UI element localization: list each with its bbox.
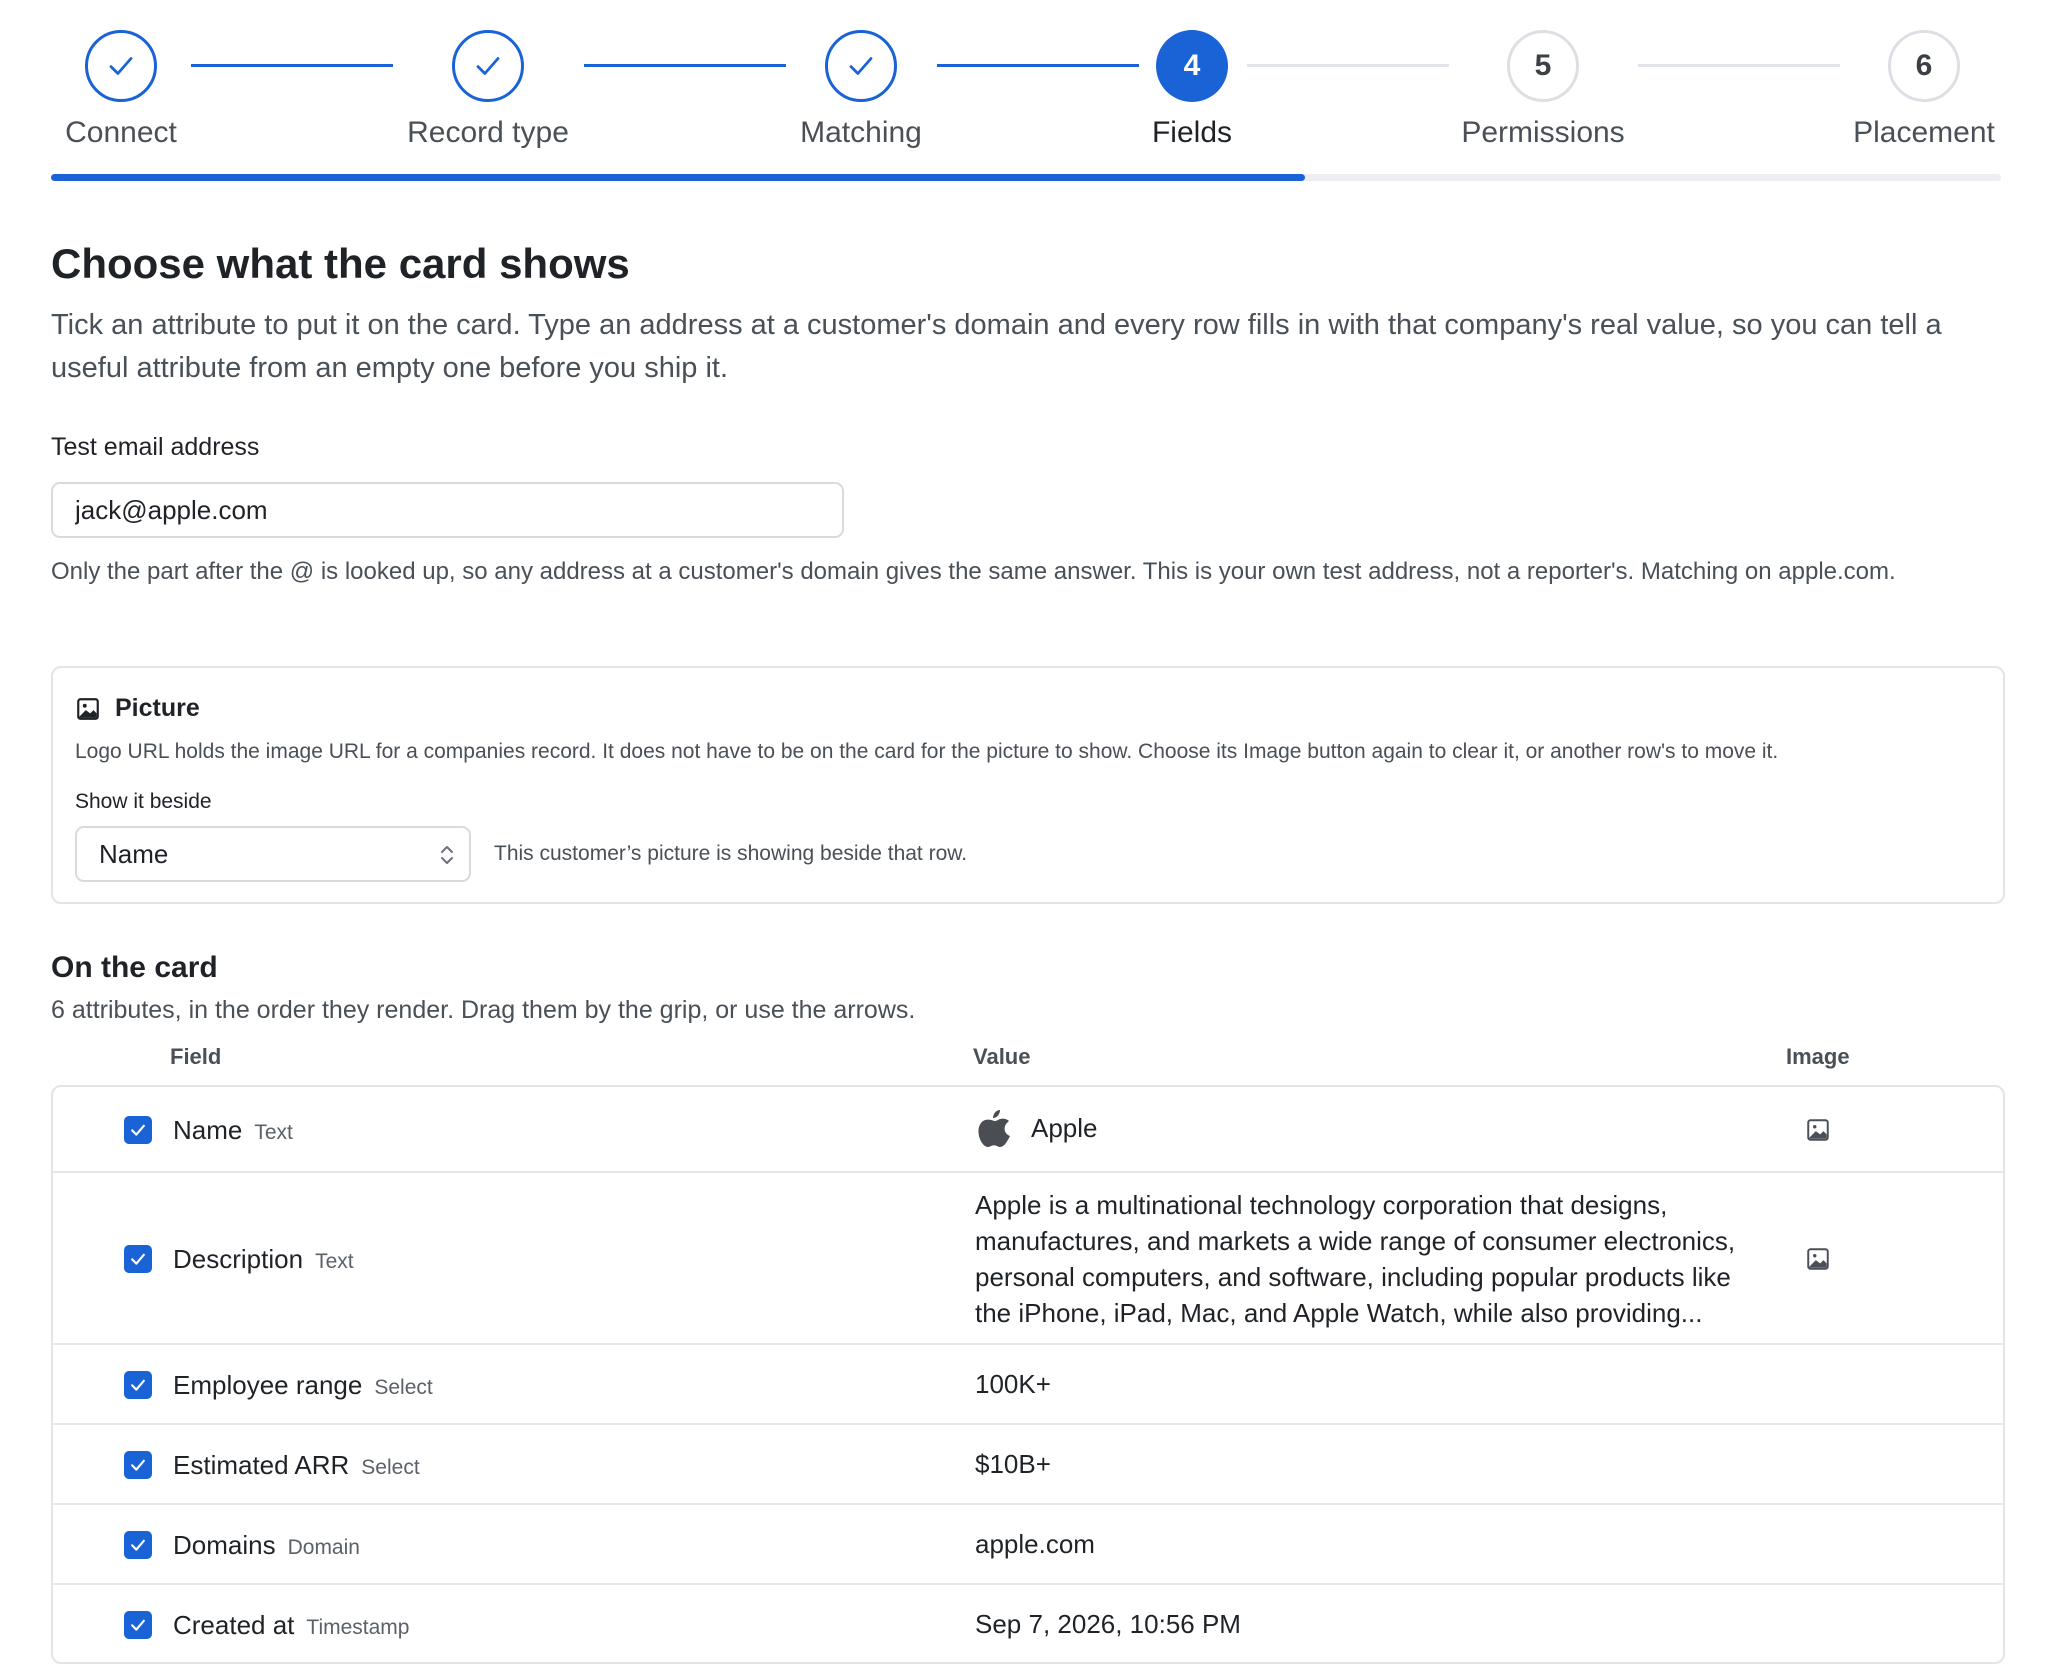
step-5-circle: 5 bbox=[1507, 30, 1579, 102]
image-icon bbox=[77, 697, 99, 720]
step-record-type[interactable]: Record type bbox=[368, 30, 608, 150]
check-icon bbox=[849, 57, 873, 75]
field-type: Text bbox=[254, 1121, 293, 1144]
row-checkbox[interactable] bbox=[124, 1531, 152, 1559]
field-type: Text bbox=[315, 1250, 354, 1273]
show-beside-select[interactable]: Name bbox=[75, 826, 471, 882]
table-row[interactable]: Name Text Apple bbox=[53, 1087, 2003, 1173]
check-icon bbox=[131, 1539, 145, 1551]
row-checkbox[interactable] bbox=[124, 1451, 152, 1479]
field-name: Name Text bbox=[173, 1115, 293, 1145]
picture-header: Picture bbox=[75, 694, 200, 723]
row-checkbox[interactable] bbox=[124, 1245, 152, 1273]
check-icon bbox=[131, 1379, 145, 1391]
field-type: Domain bbox=[287, 1536, 360, 1559]
field-type: Select bbox=[361, 1456, 420, 1479]
field-value: $10B+ bbox=[975, 1449, 1051, 1479]
row-checkbox[interactable] bbox=[124, 1611, 152, 1639]
table-row[interactable]: Domains Domain apple.com bbox=[53, 1505, 2003, 1585]
picture-description: Logo URL holds the image URL for a compa… bbox=[75, 740, 1779, 763]
step-permissions[interactable]: 5 Permissions bbox=[1423, 30, 1663, 150]
picture-status: This customer’s picture is showing besid… bbox=[494, 842, 968, 865]
field-type: Select bbox=[374, 1376, 433, 1399]
picture-panel: Picture Logo URL holds the image URL for… bbox=[51, 666, 2005, 904]
field-value: 100K+ bbox=[975, 1369, 1051, 1399]
field-value: apple.com bbox=[975, 1529, 1095, 1559]
step-6-circle: 6 bbox=[1888, 30, 1960, 102]
section-description: 6 attributes, in the order they render. … bbox=[51, 996, 916, 1024]
step-label: Fields bbox=[1151, 116, 1233, 149]
image-toggle-button[interactable] bbox=[1803, 1244, 1833, 1274]
attributes-table: Name Text Apple Description Text Apple is … bbox=[51, 1085, 2005, 1664]
column-header-field: Field bbox=[170, 1044, 222, 1069]
image-icon bbox=[1807, 1119, 1829, 1141]
field-value: Sep 7, 2026, 10:56 PM bbox=[975, 1609, 1241, 1639]
step-placement[interactable]: 6 Placement bbox=[1804, 30, 2044, 150]
page-title: Choose what the card shows bbox=[51, 240, 630, 287]
field-name: Employee range Select bbox=[173, 1370, 433, 1400]
step-matching[interactable]: Matching bbox=[741, 30, 981, 150]
email-label: Test email address bbox=[51, 433, 260, 461]
step-label: Connect bbox=[65, 116, 177, 149]
row-checkbox[interactable] bbox=[124, 1116, 152, 1144]
step-label: Matching bbox=[800, 116, 922, 149]
section-title: On the card bbox=[51, 951, 218, 984]
table-row[interactable]: Created at Timestamp Sep 7, 2026, 10:56 P… bbox=[53, 1585, 2003, 1662]
check-icon bbox=[131, 1459, 145, 1471]
progress-bar bbox=[51, 174, 2001, 181]
step-label: Permissions bbox=[1461, 116, 1625, 149]
step-connect[interactable]: Connect bbox=[1, 30, 241, 150]
step-fields[interactable]: 4 Fields bbox=[1072, 30, 1312, 150]
field-name: Created at Timestamp bbox=[173, 1610, 410, 1640]
column-header-value: Value bbox=[973, 1044, 1031, 1069]
field-type: Timestamp bbox=[306, 1616, 410, 1639]
image-icon bbox=[1807, 1248, 1829, 1270]
test-email-input[interactable] bbox=[51, 482, 844, 538]
check-icon bbox=[109, 57, 133, 75]
check-icon bbox=[476, 57, 500, 75]
field-value: Apple bbox=[975, 1107, 1098, 1149]
table-row[interactable]: Employee range Select 100K+ bbox=[53, 1345, 2003, 1425]
apple-logo-icon bbox=[978, 1110, 1010, 1147]
row-checkbox[interactable] bbox=[124, 1371, 152, 1399]
table-row[interactable]: Estimated ARR Select $10B+ bbox=[53, 1425, 2003, 1505]
column-header-image: Image bbox=[1786, 1044, 1850, 1069]
step-4-circle: 4 bbox=[1156, 30, 1228, 102]
page-description: Tick an attribute to put it on the card.… bbox=[51, 309, 1942, 384]
step-1-circle bbox=[85, 30, 157, 102]
check-icon bbox=[131, 1124, 145, 1136]
field-name: Estimated ARR Select bbox=[173, 1450, 420, 1480]
field-value: Apple is a multinational technology corp… bbox=[975, 1190, 1736, 1328]
field-name: Description Text bbox=[173, 1244, 354, 1274]
step-label: Record type bbox=[407, 116, 569, 149]
check-icon bbox=[131, 1253, 145, 1265]
field-name: Domains Domain bbox=[173, 1530, 360, 1560]
step-label: Placement bbox=[1853, 116, 1995, 149]
progress-fill bbox=[51, 174, 1305, 181]
check-icon bbox=[131, 1619, 145, 1631]
chevron-updown-icon bbox=[441, 846, 453, 864]
table-row[interactable]: Description Text Apple is a multinational… bbox=[53, 1173, 2003, 1345]
step-3-circle bbox=[825, 30, 897, 102]
step-2-circle bbox=[452, 30, 524, 102]
show-beside-selected: Name bbox=[99, 838, 169, 869]
image-toggle-button[interactable] bbox=[1803, 1115, 1833, 1145]
picture-title: Picture bbox=[115, 694, 200, 722]
email-help-text: Only the part after the @ is looked up, … bbox=[51, 558, 1896, 585]
stepper: Connect Record type Matching 4 Fields 5 … bbox=[51, 0, 2001, 190]
show-beside-label: Show it beside bbox=[75, 790, 212, 813]
